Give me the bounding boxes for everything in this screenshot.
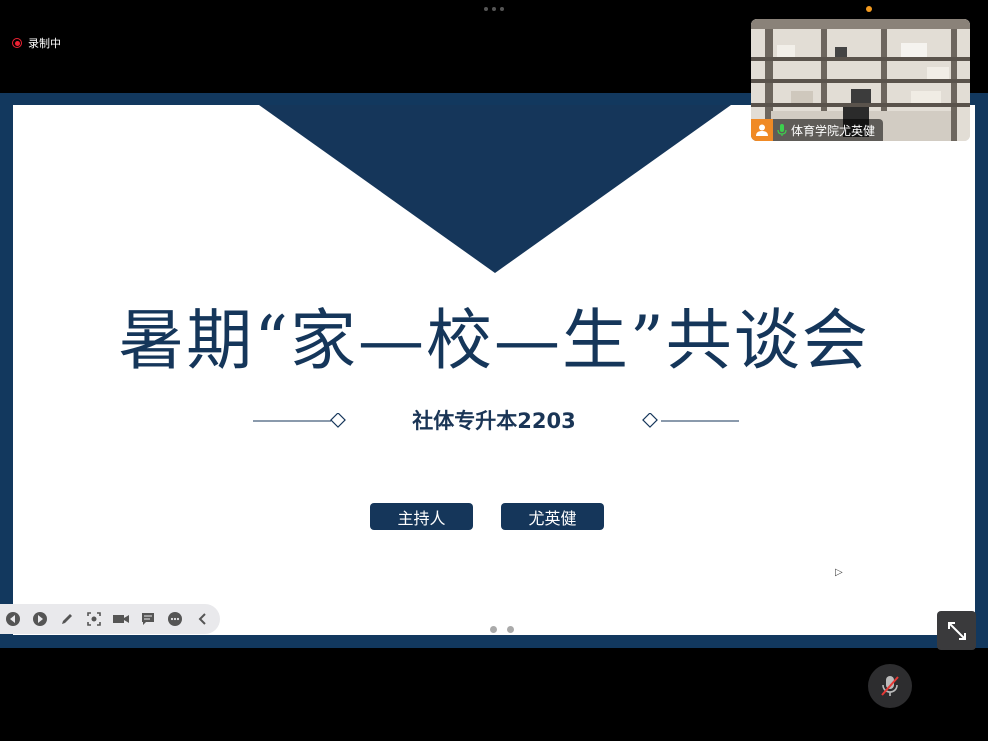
annotation-toolbar bbox=[0, 604, 220, 634]
status-dot bbox=[866, 6, 872, 12]
presentation-slide: 暑期“家—校—生”共谈会 社体专升本2203 主持人 尤英健 ▷ bbox=[13, 105, 975, 635]
participant-video[interactable]: 体育学院尤英健 bbox=[751, 19, 970, 141]
participant-name-tag: 体育学院尤英健 bbox=[751, 119, 884, 141]
slide-title: 暑期“家—校—生”共谈会 bbox=[118, 302, 870, 379]
host-label-badge: 主持人 bbox=[370, 503, 473, 530]
divider-right bbox=[642, 413, 739, 428]
mouse-cursor-icon: ▷ bbox=[835, 567, 843, 578]
user-avatar-icon bbox=[751, 119, 773, 141]
recording-label: 录制中 bbox=[28, 37, 61, 50]
mute-button[interactable] bbox=[868, 664, 912, 708]
shared-screen: 暑期“家—校—生”共谈会 社体专升本2203 主持人 尤英健 ▷ bbox=[0, 93, 988, 648]
page-dot[interactable] bbox=[490, 626, 497, 633]
recording-indicator: 录制中 bbox=[12, 35, 61, 51]
fullscreen-button[interactable] bbox=[937, 611, 976, 650]
play-icon[interactable] bbox=[31, 610, 49, 628]
slide-subtitle: 社体专升本2203 bbox=[412, 409, 576, 433]
mic-muted-icon bbox=[881, 676, 899, 696]
host-name-badge: 尤英健 bbox=[501, 503, 604, 530]
mic-active-icon bbox=[777, 124, 787, 136]
prev-icon[interactable] bbox=[4, 610, 22, 628]
screenshot-icon[interactable] bbox=[85, 610, 103, 628]
page-dot[interactable] bbox=[507, 626, 514, 633]
more-icon[interactable] bbox=[166, 610, 184, 628]
chat-icon[interactable] bbox=[139, 610, 157, 628]
window-drag-handle[interactable] bbox=[484, 7, 504, 11]
page-indicator bbox=[490, 626, 514, 633]
camera-icon[interactable] bbox=[112, 610, 130, 628]
participant-name: 体育学院尤英健 bbox=[791, 123, 876, 138]
pen-icon[interactable] bbox=[58, 610, 76, 628]
expand-icon bbox=[947, 621, 966, 640]
collapse-icon[interactable] bbox=[193, 610, 211, 628]
record-icon bbox=[12, 38, 22, 48]
